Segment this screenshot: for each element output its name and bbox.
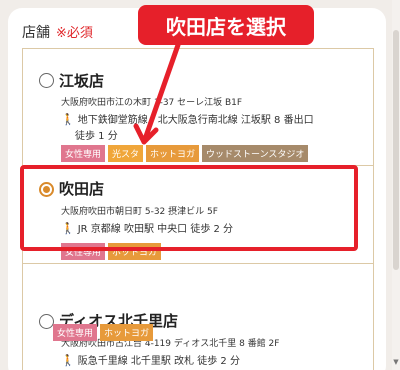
store-access: 🚶 阪急千里線 北千里駅 改札 徒歩 2 分 bbox=[61, 354, 240, 367]
store-address: 大阪府吹田市江の木町 1-37 セーレ江坂 B1F bbox=[61, 98, 243, 108]
tag: 光スタ bbox=[108, 145, 144, 162]
store-access: 🚶 地下鉄御堂筋線・北大阪急行南北線 江坂駅 8 番出口 bbox=[61, 113, 314, 126]
required-mark: ※必須 bbox=[56, 26, 93, 41]
store-tags-kitasenri: 女性専用 ホットヨガ bbox=[53, 324, 154, 341]
scrollbar[interactable]: ▼ bbox=[392, 0, 400, 370]
store-label: 店舗 bbox=[22, 25, 50, 41]
store-field-label: 店舗 ※必須 bbox=[22, 22, 93, 42]
tag: 女性専用 bbox=[53, 324, 98, 341]
store-option-kitasenri[interactable]: ディオス北千里店 大阪府吹田市古江台 4-119 ディオス北千里 8 番館 2F… bbox=[23, 263, 373, 370]
scrollbar-thumb[interactable] bbox=[393, 30, 399, 270]
walk-icon: 🚶 bbox=[61, 113, 75, 126]
tag: ウッドストーンスタジオ bbox=[202, 145, 309, 162]
walk-icon: 🚶 bbox=[61, 354, 75, 367]
radio-esaka[interactable] bbox=[39, 73, 54, 88]
tag: ホットヨガ bbox=[146, 145, 200, 162]
store-tags: 女性専用 光スタ ホットヨガ ウッドストーンスタジオ bbox=[61, 145, 309, 162]
tag: 女性専用 bbox=[61, 145, 106, 162]
tag: ホットヨガ bbox=[100, 324, 154, 341]
selection-highlight-box bbox=[20, 165, 358, 251]
scroll-down-arrow-icon[interactable]: ▼ bbox=[392, 358, 400, 366]
callout-bubble: 吹田店を選択 bbox=[138, 5, 314, 45]
store-option-esaka[interactable]: 江坂店 大阪府吹田市江の木町 1-37 セーレ江坂 B1F 🚶 地下鉄御堂筋線・北… bbox=[23, 49, 373, 162]
store-access-2: 徒歩 1 分 bbox=[75, 131, 118, 142]
store-name: 江坂店 bbox=[59, 72, 105, 90]
radio-kitasenri[interactable] bbox=[39, 314, 54, 329]
